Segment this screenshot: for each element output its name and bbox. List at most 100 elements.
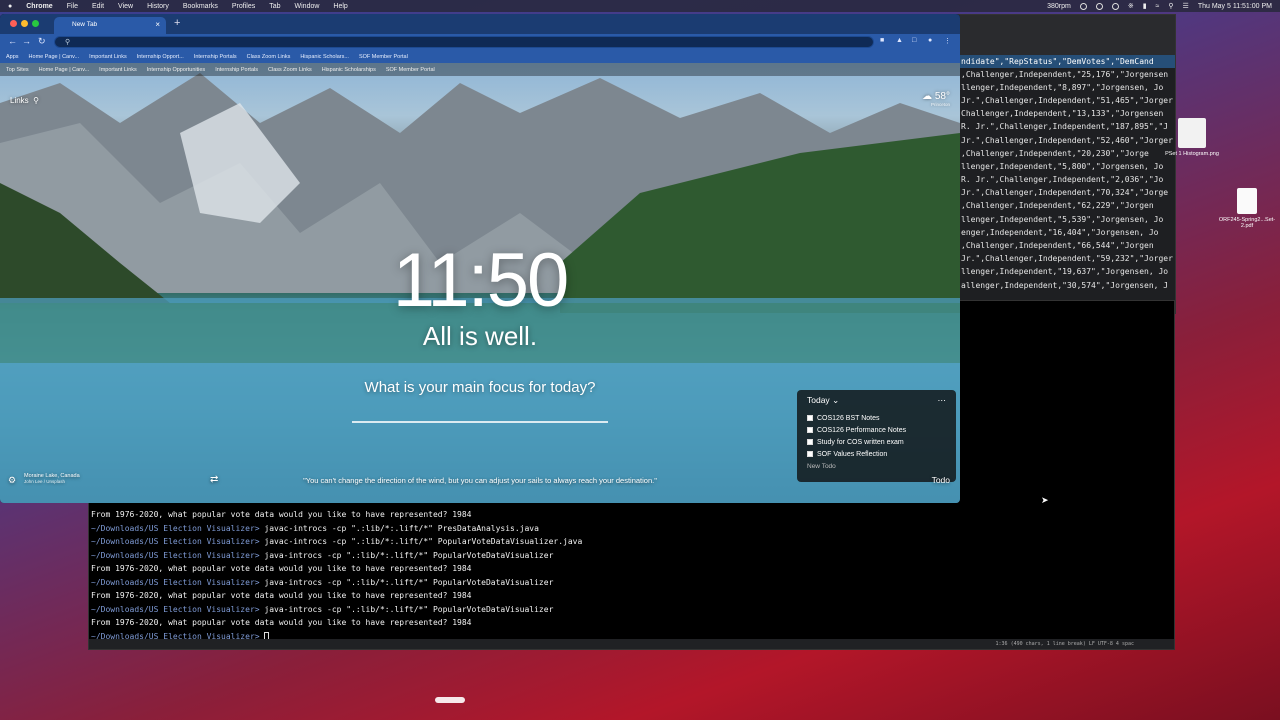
menu-edit[interactable]: Edit [92, 3, 104, 10]
menubar-clock[interactable]: Thu May 5 11:51:00 PM [1198, 3, 1272, 10]
bookmark-top-sites[interactable]: Top Sites [6, 67, 29, 73]
search-icon[interactable]: ⚲ [31, 96, 39, 105]
new-todo-input[interactable]: New Todo [807, 463, 946, 470]
csv-line[interactable]: Jr.",Challenger,Independent,"51,465","Jo… [941, 94, 1175, 107]
bookmark-item[interactable]: Hispanic Scholarships [322, 67, 376, 73]
tab-new-tab[interactable]: New Tab × [54, 17, 166, 34]
csv-line[interactable]: ,Challenger,Independent,"62,229","Jorgen [941, 200, 1175, 213]
todo-item[interactable]: SOF Values Reflection [807, 448, 946, 460]
csv-line[interactable]: llenger,Independent,"5,800","Jorgensen, … [941, 160, 1175, 173]
menu-app-name[interactable]: Chrome [26, 3, 52, 10]
new-tab-button[interactable]: + [174, 17, 180, 29]
links-button[interactable]: Links ⚲ [10, 96, 39, 105]
menu-file[interactable]: File [67, 3, 78, 10]
wifi-icon[interactable]: ≈ [1156, 3, 1160, 10]
address-bar[interactable]: ⚲ [54, 36, 874, 48]
bookmark-item[interactable]: Important Links [99, 67, 137, 73]
csv-lines[interactable]: ,Challenger,Independent,"25,176","Jorgen… [941, 68, 1175, 292]
todo-checkbox[interactable] [807, 439, 813, 445]
csv-line[interactable]: allenger,Independent,"30,574","Jorgensen… [941, 279, 1175, 292]
bookmark-item[interactable]: Home Page | Canv... [29, 54, 80, 60]
todo-toggle-button[interactable]: Todo [932, 475, 950, 485]
terminal-line[interactable]: ~/Downloads/US Election Visualizer> java… [91, 576, 582, 590]
csv-editor-window[interactable]: ndidate","RepStatus","DemVotes","DemCand… [940, 14, 1176, 314]
terminal-line[interactable]: From 1976-2020, what popular vote data w… [91, 508, 582, 522]
menu-bookmarks[interactable]: Bookmarks [183, 3, 218, 10]
zoom-window-button[interactable] [32, 20, 39, 27]
apple-menu-icon[interactable]: ● [8, 3, 12, 10]
menu-window[interactable]: Window [295, 3, 320, 10]
weather-widget[interactable]: ☁ 58° Princeton [922, 91, 950, 107]
csv-header-line[interactable]: ndidate","RepStatus","DemVotes","DemCand [941, 55, 1175, 68]
bookmark-item[interactable]: Important Links [89, 54, 127, 60]
todo-checkbox[interactable] [807, 427, 813, 433]
terminal-line[interactable]: From 1976-2020, what popular vote data w… [91, 589, 582, 603]
todo-item[interactable]: COS126 BST Notes [807, 412, 946, 424]
bookmark-item[interactable]: SOF Member Portal [386, 67, 435, 73]
csv-line[interactable]: ,Challenger,Independent,"25,176","Jorgen… [941, 68, 1175, 81]
todo-list-selector[interactable]: Today ⌄ [807, 395, 839, 406]
bookmark-item[interactable]: Hispanic Scholars... [300, 54, 349, 60]
bookmark-item[interactable]: Class Zoom Links [268, 67, 312, 73]
status-icon[interactable] [1111, 2, 1119, 10]
terminal-line[interactable]: ~/Downloads/US Election Visualizer> java… [91, 549, 582, 563]
terminal-line[interactable]: From 1976-2020, what popular vote data w… [91, 616, 582, 630]
bookmark-item[interactable]: Internship Portals [194, 54, 237, 60]
bookmark-item[interactable]: Home Page | Canv... [39, 67, 90, 73]
close-window-button[interactable] [10, 20, 17, 27]
csv-line[interactable]: Jr.",Challenger,Independent,"52,460","Jo… [941, 134, 1175, 147]
status-icon[interactable] [1079, 2, 1087, 10]
menu-tab[interactable]: Tab [269, 3, 280, 10]
menu-view[interactable]: View [118, 3, 133, 10]
chrome-window[interactable]: New Tab × + ← → ↻ ⚲ ■ ▲ □ ● ⋮ Apps Home … [0, 14, 960, 503]
bookmark-item[interactable]: SOF Member Portal [359, 54, 408, 60]
menu-help[interactable]: Help [333, 3, 347, 10]
menu-history[interactable]: History [147, 3, 169, 10]
terminal-line[interactable]: ~/Downloads/US Election Visualizer> java… [91, 522, 582, 536]
csv-line[interactable]: ,Challenger,Independent,"20,230","Jorge [941, 147, 1175, 160]
sidebar-icon[interactable]: □ [912, 37, 916, 44]
desktop-file[interactable]: ORF245-Spring2...Set-2.pdf [1217, 188, 1277, 229]
csv-line[interactable]: R. Jr.",Challenger,Independent,"187,895"… [941, 121, 1175, 134]
desktop-file[interactable]: PSet 1 Histogram.png [1162, 118, 1222, 157]
battery-icon[interactable]: ▮ [1143, 2, 1147, 10]
bluetooth-icon[interactable]: ※ [1128, 2, 1134, 10]
extension-icon[interactable]: ■ [880, 37, 884, 44]
control-center-icon[interactable]: ☰ [1183, 2, 1189, 10]
csv-line[interactable]: llenger,Independent,"19,637","Jorgensen,… [941, 266, 1175, 279]
bookmark-apps[interactable]: Apps [6, 54, 19, 60]
todo-checkbox[interactable] [807, 415, 813, 421]
close-tab-icon[interactable]: × [155, 20, 160, 29]
minimize-window-button[interactable] [21, 20, 28, 27]
menu-profiles[interactable]: Profiles [232, 3, 255, 10]
more-options-icon[interactable]: ⋯ [938, 395, 947, 406]
reload-icon[interactable]: ↻ [38, 36, 46, 47]
csv-line[interactable]: Challenger,Independent,"13,133","Jorgens… [941, 108, 1175, 121]
todo-checkbox[interactable] [807, 451, 813, 457]
search-icon[interactable]: ⚲ [1168, 2, 1173, 10]
fan-rpm[interactable]: 380rpm [1047, 3, 1071, 10]
puzzle-icon[interactable]: ▲ [896, 37, 903, 44]
more-menu-icon[interactable]: ⋮ [944, 37, 951, 45]
back-icon[interactable]: ← [8, 36, 17, 46]
todo-item[interactable]: COS126 Performance Notes [807, 424, 946, 436]
terminal-output[interactable]: From 1976-2020, what popular vote data w… [91, 508, 582, 643]
terminal-line[interactable]: ~/Downloads/US Election Visualizer> java… [91, 535, 582, 549]
focus-input[interactable] [352, 407, 608, 423]
profile-avatar[interactable]: ● [928, 37, 932, 44]
csv-line[interactable]: R. Jr.",Challenger,Independent,"2,036","… [941, 174, 1175, 187]
todo-item[interactable]: Study for COS written exam [807, 436, 946, 448]
terminal-line[interactable]: From 1976-2020, what popular vote data w… [91, 562, 582, 576]
bookmark-item[interactable]: Internship Opportunities [147, 67, 205, 73]
csv-line[interactable]: ,Challenger,Independent,"66,544","Jorgen [941, 239, 1175, 252]
csv-line[interactable]: llenger,Independent,"8,897","Jorgensen, … [941, 81, 1175, 94]
csv-line[interactable]: enger,Independent,"16,404","Jorgensen, J… [941, 226, 1175, 239]
status-icon[interactable] [1095, 2, 1103, 10]
bookmark-item[interactable]: Class Zoom Links [247, 54, 291, 60]
bookmark-item[interactable]: Internship Opport... [137, 54, 184, 60]
csv-line[interactable]: llenger,Independent,"5,539","Jorgensen, … [941, 213, 1175, 226]
forward-icon[interactable]: → [22, 36, 31, 46]
terminal-line[interactable]: ~/Downloads/US Election Visualizer> java… [91, 603, 582, 617]
bookmark-item[interactable]: Internship Portals [215, 67, 258, 73]
csv-line[interactable]: Jr.",Challenger,Independent,"70,324","Jo… [941, 187, 1175, 200]
